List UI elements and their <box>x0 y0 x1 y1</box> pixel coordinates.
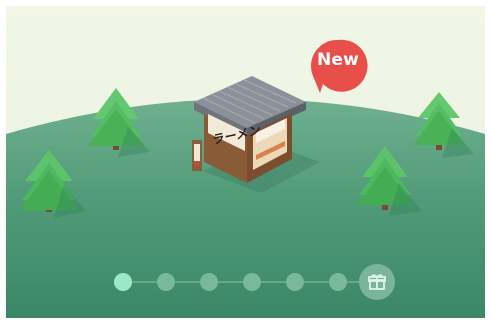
progress-dot[interactable] <box>200 273 218 291</box>
progress-dot[interactable] <box>114 273 132 291</box>
progress-dot[interactable] <box>157 273 175 291</box>
gift-icon <box>368 274 386 290</box>
progress-dot[interactable] <box>243 273 261 291</box>
progress-dot[interactable] <box>286 273 304 291</box>
game-scene: New ラーメン <box>6 6 485 318</box>
progress-dot[interactable] <box>329 273 347 291</box>
scene-background <box>6 39 485 318</box>
new-badge-label: New <box>316 50 360 70</box>
gift-button[interactable] <box>359 264 395 300</box>
